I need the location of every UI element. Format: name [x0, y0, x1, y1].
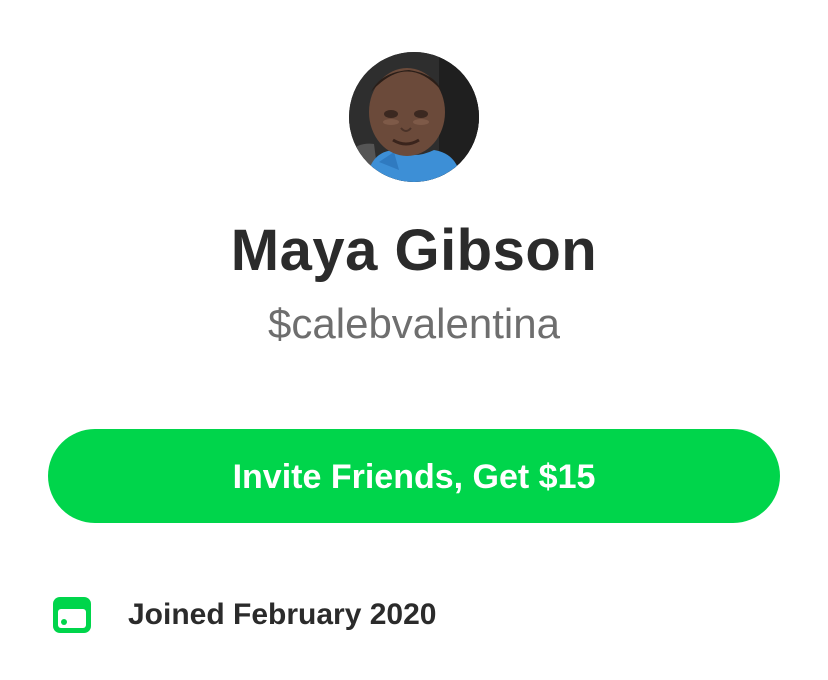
invite-friends-button[interactable]: Invite Friends, Get $15: [48, 429, 780, 523]
profile-handle: $calebvalentina: [268, 300, 560, 347]
joined-date-text: Joined February 2020: [128, 598, 437, 631]
avatar: [349, 52, 479, 182]
profile-name: Maya Gibson: [230, 218, 598, 283]
joined-row: Joined February 2020: [52, 590, 436, 640]
avatar-photo: [349, 52, 479, 182]
calendar-icon: [53, 597, 91, 633]
